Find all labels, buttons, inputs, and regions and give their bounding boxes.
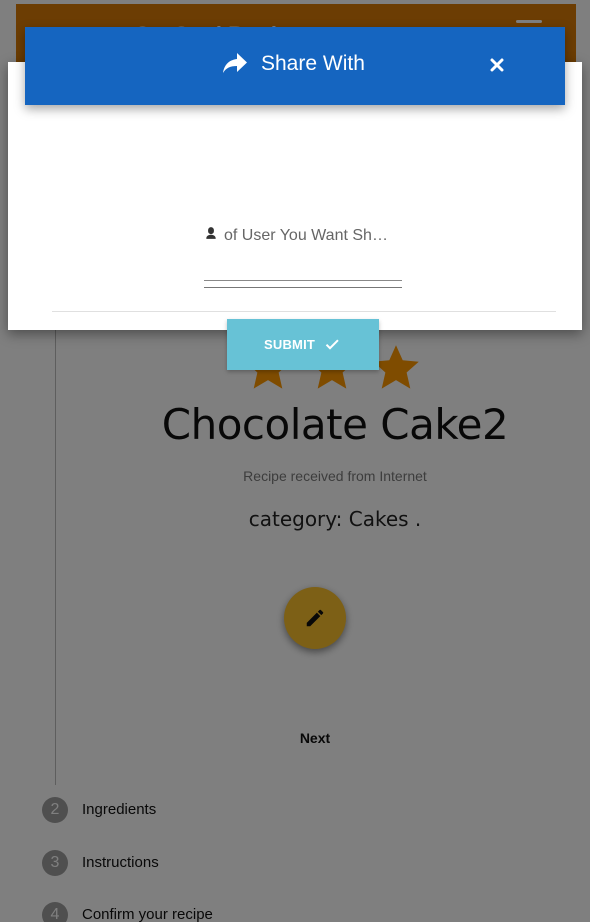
modal-title: Share With xyxy=(261,52,365,75)
person-icon xyxy=(204,226,220,245)
close-button[interactable] xyxy=(485,53,509,77)
check-icon xyxy=(325,339,339,350)
share-modal-header: Share With xyxy=(25,27,565,105)
modal-divider xyxy=(52,311,556,312)
submit-button[interactable]: SUBMIT xyxy=(227,319,379,370)
share-arrow-icon xyxy=(223,53,247,75)
user-input-label-text: of User You Want Sh… xyxy=(224,227,388,244)
close-icon xyxy=(490,58,504,72)
input-underline xyxy=(204,287,402,288)
user-input-label: of User You Want Sh… xyxy=(204,226,414,248)
user-input[interactable] xyxy=(204,254,402,281)
submit-label: SUBMIT xyxy=(264,337,316,352)
